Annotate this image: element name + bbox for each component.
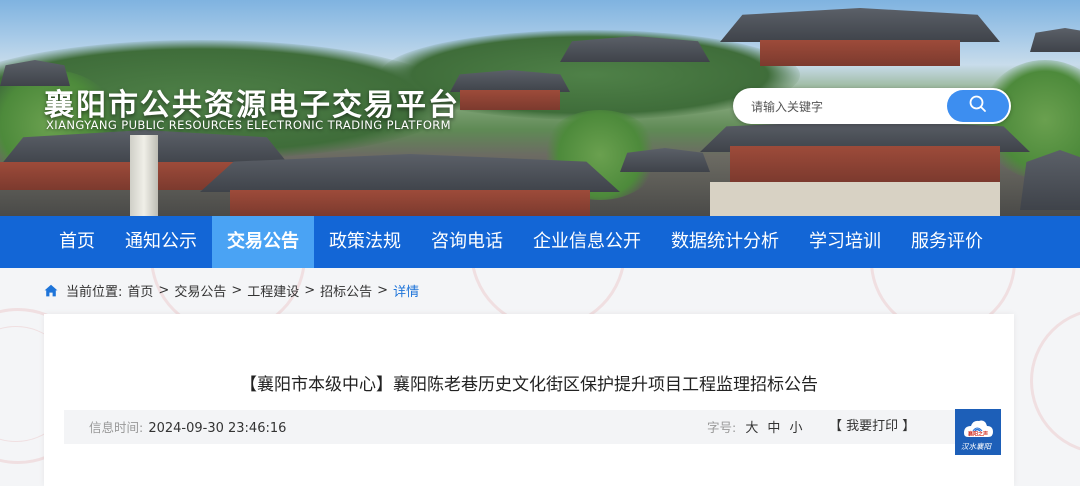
nav-item-statistics[interactable]: 数据统计分析 bbox=[656, 216, 794, 268]
search-input[interactable] bbox=[749, 96, 943, 118]
breadcrumb-separator: > bbox=[231, 282, 243, 298]
breadcrumb-prefix: 当前位置: bbox=[66, 284, 123, 300]
info-time-label: 信息时间: bbox=[89, 420, 144, 435]
breadcrumb: 当前位置: 首页 > 交易公告 > 工程建设 > 招标公告 > 详情 bbox=[44, 281, 424, 300]
nav-item-consult-phone[interactable]: 咨询电话 bbox=[416, 216, 518, 268]
home-icon bbox=[44, 284, 58, 297]
main-nav: 首页 通知公示 交易公告 政策法规 咨询电话 企业信息公开 数据统计分析 学习培… bbox=[0, 216, 1080, 268]
breadcrumb-engineering[interactable]: 工程建设 bbox=[247, 281, 299, 300]
xiangyang-voice-logo[interactable]: 襄阳之声 汉水襄阳 bbox=[955, 409, 1001, 455]
seal-watermark bbox=[1030, 308, 1080, 454]
font-size-large-button[interactable]: 大 bbox=[745, 421, 758, 436]
breadcrumb-tender-notices[interactable]: 招标公告 bbox=[320, 281, 372, 300]
cloud-logo-icon: 襄阳之声 汉水襄阳 bbox=[955, 409, 1001, 455]
site-subtitle: XIANGYANG PUBLIC RESOURCES ELECTRONIC TR… bbox=[46, 118, 451, 132]
breadcrumb-separator: > bbox=[158, 282, 170, 298]
nav-item-trade-announcements[interactable]: 交易公告 bbox=[212, 216, 314, 268]
info-time-value: 2024-09-30 23:46:16 bbox=[148, 421, 287, 436]
search-button[interactable] bbox=[947, 90, 1009, 122]
nav-item-home[interactable]: 首页 bbox=[44, 216, 110, 268]
breadcrumb-trade-announcements[interactable]: 交易公告 bbox=[174, 281, 226, 300]
nav-item-enterprise-info[interactable]: 企业信息公开 bbox=[518, 216, 656, 268]
breadcrumb-home[interactable]: 首页 bbox=[127, 281, 153, 300]
nav-item-notices[interactable]: 通知公示 bbox=[110, 216, 212, 268]
print-button[interactable]: 【 我要打印 】 bbox=[829, 410, 915, 444]
search-icon bbox=[969, 95, 987, 117]
article-meta-bar: 信息时间: 2024-09-30 23:46:16 字号: 大 中 小 【 我要… bbox=[64, 410, 994, 444]
nav-item-service-evaluation[interactable]: 服务评价 bbox=[896, 216, 998, 268]
svg-text:汉水襄阳: 汉水襄阳 bbox=[961, 442, 992, 451]
search-box bbox=[733, 88, 1011, 124]
breadcrumb-separator: > bbox=[377, 282, 389, 298]
article-card: 【襄阳市本级中心】襄阳陈老巷历史文化街区保护提升项目工程监理招标公告 信息时间:… bbox=[44, 314, 1014, 486]
breadcrumb-current: 详情 bbox=[393, 284, 420, 300]
svg-text:襄阳之声: 襄阳之声 bbox=[967, 431, 988, 438]
breadcrumb-separator: > bbox=[304, 282, 316, 298]
article-title: 【襄阳市本级中心】襄阳陈老巷历史文化街区保护提升项目工程监理招标公告 bbox=[240, 375, 818, 395]
nav-item-training[interactable]: 学习培训 bbox=[794, 216, 896, 268]
font-size-label: 字号: bbox=[707, 420, 737, 435]
header-banner: 襄阳市公共资源电子交易平台 XIANGYANG PUBLIC RESOURCES… bbox=[0, 0, 1080, 216]
font-size-medium-button[interactable]: 中 bbox=[767, 421, 780, 436]
font-size-small-button[interactable]: 小 bbox=[790, 421, 803, 436]
nav-item-policies[interactable]: 政策法规 bbox=[314, 216, 416, 268]
